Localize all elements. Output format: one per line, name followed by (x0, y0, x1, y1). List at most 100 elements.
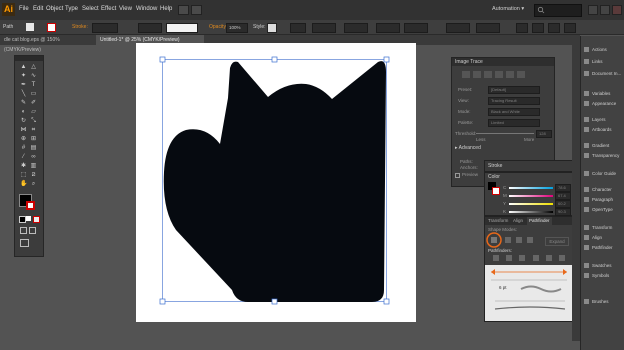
minus-front-icon[interactable] (505, 237, 511, 243)
dock-brushes[interactable]: Brushes (584, 296, 609, 308)
channel-y-slider[interactable] (509, 203, 553, 205)
view-select[interactable]: Tracing Result (488, 97, 540, 105)
profile-arrow-left-icon[interactable] (491, 269, 495, 275)
handle-bottom-center[interactable] (271, 298, 278, 305)
brush-stroke-sample[interactable] (520, 285, 562, 293)
stroke-panel-title: Stroke (488, 163, 503, 169)
more-label: More (524, 137, 535, 142)
tab-align[interactable]: Align (513, 218, 523, 223)
dock-label: OpenType (592, 207, 613, 212)
preset-select[interactable]: [Default] (488, 86, 540, 94)
dock-label: Transform (592, 225, 613, 230)
anchors-label: Anchors: (460, 165, 478, 170)
dock-links[interactable]: Links (584, 56, 603, 68)
dock-artboards[interactable]: Artboards (584, 124, 612, 136)
pathfinder-panel: Transform Align Pathfinder Shape Modes: … (484, 216, 574, 322)
dock-opentype[interactable]: OpenType (584, 204, 613, 216)
channel-k-label: K (503, 209, 507, 214)
dock-label: Gradient (592, 143, 610, 148)
character-icon (584, 187, 589, 193)
auto-color-icon[interactable] (462, 71, 470, 78)
channel-m-value[interactable]: 67.4 (555, 192, 571, 200)
advanced-label: Advanced (458, 145, 481, 151)
image-trace-title[interactable]: Image Trace (452, 58, 554, 66)
crop-icon[interactable] (532, 255, 539, 261)
handle-top-left[interactable] (159, 56, 166, 63)
brush-preview (491, 269, 567, 310)
pathfinder-buttons (493, 255, 565, 262)
divide-icon[interactable] (493, 255, 499, 261)
brush-curve-sample[interactable] (494, 306, 566, 310)
merge-icon[interactable] (519, 255, 526, 261)
symbols-icon (584, 273, 589, 279)
mode-select[interactable]: Black and White (488, 108, 540, 116)
dock-actions[interactable]: Actions (584, 44, 607, 56)
threshold-slider[interactable] (476, 133, 534, 134)
dock-label: Links (592, 59, 603, 64)
dock-label: Symbols (592, 273, 610, 278)
channel-y-label: Y (503, 201, 507, 206)
handle-top-right[interactable] (383, 56, 390, 63)
paragraph-icon (584, 197, 589, 203)
grayscale-icon[interactable] (495, 71, 503, 78)
expand-button[interactable]: Expand (545, 237, 569, 246)
threshold-field[interactable]: 128 (536, 130, 552, 138)
channel-c-value[interactable]: 78.6 (555, 184, 571, 192)
unite-icon[interactable] (491, 237, 497, 243)
dock-label: Pathfinder (592, 245, 613, 250)
low-color-icon[interactable] (484, 71, 492, 78)
channel-c-slider[interactable] (509, 187, 553, 189)
channel-y-value[interactable]: 60.2 (555, 200, 571, 208)
outline-pf-icon[interactable] (545, 255, 552, 261)
dock-label: Actions (592, 47, 607, 52)
channel-m-slider[interactable] (509, 195, 553, 197)
opentype-icon (584, 207, 589, 213)
handle-bottom-right[interactable] (383, 298, 390, 305)
preview-checkbox[interactable] (455, 173, 460, 178)
color-stroke-swatch[interactable] (492, 187, 500, 195)
dock-label: Paragraph (592, 197, 614, 202)
variables-icon (584, 91, 589, 97)
channel-c-label: C (503, 185, 507, 190)
dock-transparency[interactable]: Transparency (584, 150, 619, 162)
color-panel-title[interactable]: Color (488, 174, 500, 180)
handle-top-center[interactable] (271, 56, 278, 63)
advanced-toggle[interactable]: ▸ Advanced (455, 145, 481, 151)
trim-icon[interactable] (506, 255, 513, 261)
dock-pathfinder[interactable]: Pathfinder (584, 242, 613, 254)
less-label: Less (476, 137, 486, 142)
cat-hand-shape[interactable] (163, 61, 386, 302)
outline-icon[interactable] (517, 71, 525, 78)
dock-document-info[interactable]: Document In... (584, 68, 621, 80)
minus-back-icon[interactable] (558, 255, 565, 261)
color-panel: Color C 78.6 M 67.4 Y 60.2 K 90.3 (484, 172, 574, 216)
channel-k-slider[interactable] (509, 211, 553, 213)
handle-bottom-left[interactable] (159, 298, 166, 305)
dock-appearance[interactable]: Appearance (584, 98, 616, 110)
pathfinder-icon (584, 245, 589, 251)
black-white-icon[interactable] (506, 71, 514, 78)
mode-label: Mode: (458, 109, 471, 114)
preset-icons (462, 71, 546, 79)
palette-select[interactable]: Limited (488, 119, 540, 127)
tab-pathfinder[interactable]: Pathfinder (527, 217, 552, 225)
links-icon (584, 59, 589, 65)
stroke-weight-value[interactable]: 6 pt (499, 285, 507, 290)
gradient-icon (584, 143, 589, 149)
dock-label: Layers (592, 117, 606, 122)
high-color-icon[interactable] (473, 71, 481, 78)
appearance-icon (584, 101, 589, 107)
dock-symbols[interactable]: Symbols (584, 270, 609, 282)
channel-k-value[interactable]: 90.3 (555, 208, 571, 216)
tab-transform[interactable]: Transform (488, 218, 508, 223)
stroke-panel[interactable]: Stroke (484, 160, 574, 172)
dock-label: Align (592, 235, 603, 240)
profile-arrow-right-icon[interactable] (563, 269, 567, 275)
brushes-icon (584, 299, 589, 305)
dock-label: Character (592, 187, 612, 192)
intersect-icon[interactable] (516, 237, 522, 243)
dock-icon-strip (572, 36, 580, 341)
dock-color-guide[interactable]: Color Guide (584, 168, 616, 180)
panel-dock: Actions Links Document In... Variables A… (580, 36, 624, 350)
exclude-icon[interactable] (527, 237, 533, 243)
